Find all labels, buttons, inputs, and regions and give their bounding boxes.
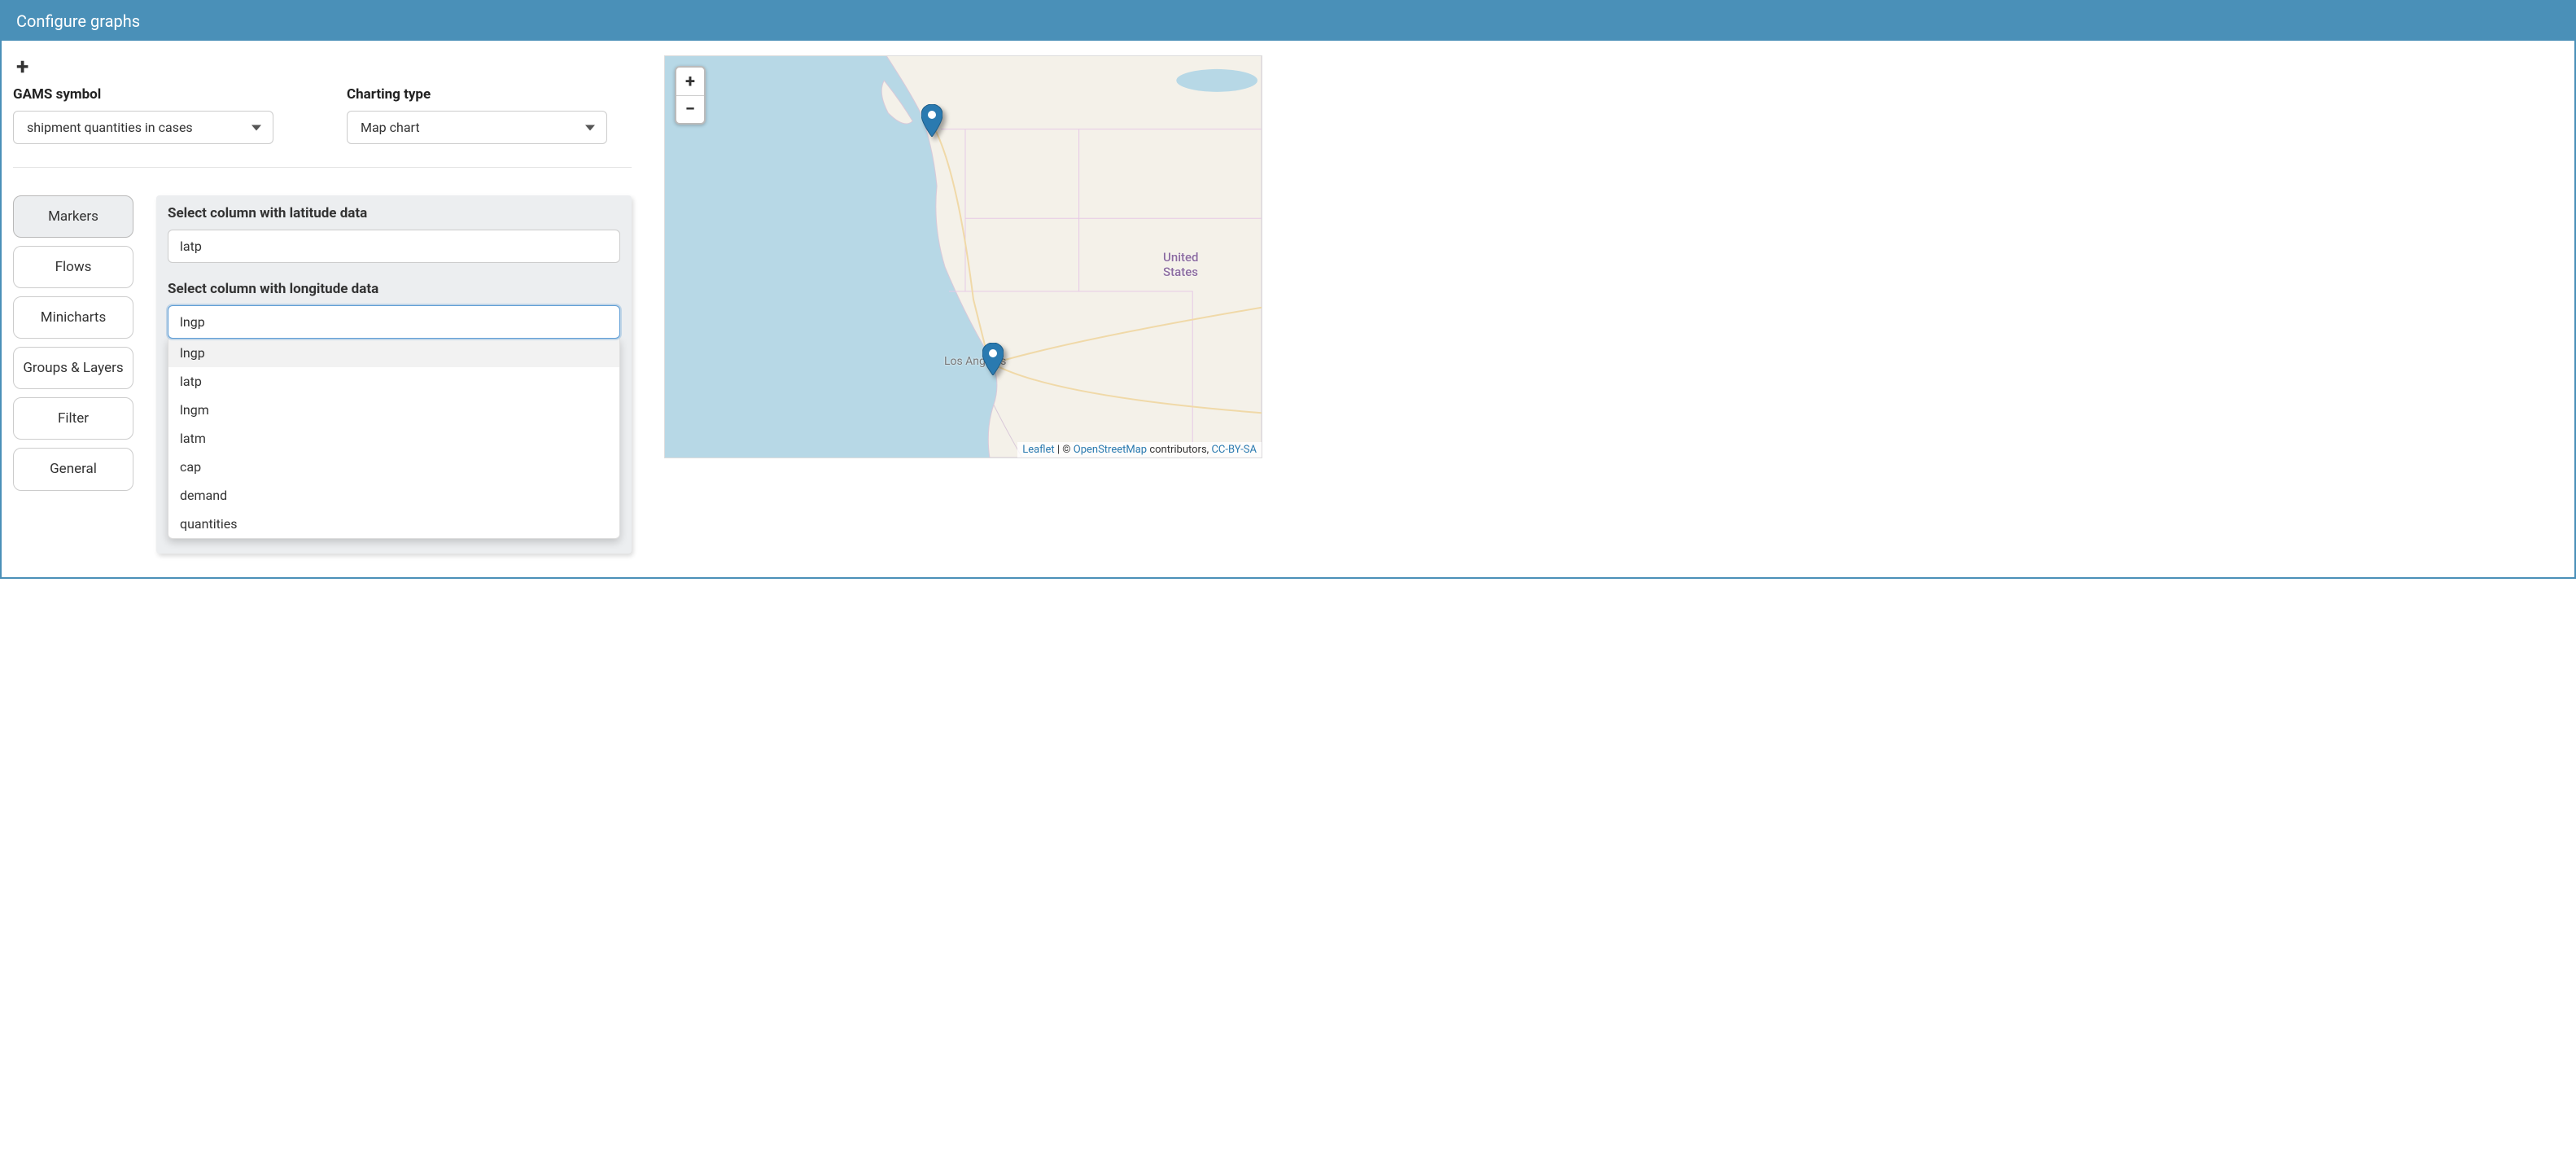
latitude-column-select[interactable]: latp	[168, 230, 620, 263]
charting-type-value: Map chart	[361, 120, 420, 135]
map-preview[interactable]: + − United States Los Angeles Leaflet | …	[664, 55, 1262, 458]
dropdown-option[interactable]: latm	[168, 424, 619, 453]
dropdown-option[interactable]: lngp	[168, 339, 619, 367]
map-marker-icon[interactable]	[982, 343, 1004, 375]
zoom-control: + −	[675, 66, 706, 125]
latitude-column-label: Select column with latitude data	[168, 205, 620, 221]
charting-type-select[interactable]: Map chart	[347, 111, 607, 144]
dropdown-option[interactable]: cap	[168, 453, 619, 481]
panel-header: Configure graphs	[2, 2, 2574, 41]
tab-filter[interactable]: Filter	[13, 397, 133, 440]
chevron-down-icon	[585, 125, 595, 130]
attribution-cc-link[interactable]: CC-BY-SA	[1211, 444, 1257, 456]
dropdown-option[interactable]: quantities	[168, 510, 619, 538]
gams-symbol-label: GAMS symbol	[13, 86, 273, 103]
dropdown-option[interactable]: latp	[168, 367, 619, 396]
latitude-column-value: latp	[180, 239, 202, 254]
markers-panel: Select column with latitude data latp Se…	[156, 195, 632, 554]
longitude-column-select[interactable]: lngp	[168, 305, 620, 339]
charting-type-label: Charting type	[347, 86, 607, 103]
longitude-column-label: Select column with longitude data	[168, 281, 620, 297]
map-label-country: United States	[1163, 250, 1229, 279]
add-graph-button[interactable]: +	[13, 55, 632, 86]
zoom-in-button[interactable]: +	[676, 68, 704, 95]
attribution-leaflet-link[interactable]: Leaflet	[1022, 444, 1055, 456]
attribution-contrib: contributors,	[1147, 444, 1211, 456]
longitude-column-dropdown: lngp latp lngm latm cap demand quantitie…	[168, 339, 620, 539]
tab-flows[interactable]: Flows	[13, 246, 133, 288]
gams-symbol-select[interactable]: shipment quantities in cases	[13, 111, 273, 144]
divider	[13, 167, 632, 168]
dropdown-option[interactable]: demand	[168, 481, 619, 510]
dropdown-option[interactable]: lngm	[168, 396, 619, 424]
attribution-osm-link[interactable]: OpenStreetMap	[1074, 444, 1147, 456]
panel-title: Configure graphs	[16, 11, 140, 31]
tab-markers[interactable]: Markers	[13, 195, 133, 238]
gams-symbol-value: shipment quantities in cases	[27, 120, 193, 135]
tab-minicharts[interactable]: Minicharts	[13, 296, 133, 339]
tab-general[interactable]: General	[13, 448, 133, 490]
zoom-out-button[interactable]: −	[676, 95, 704, 123]
map-marker-icon[interactable]	[921, 104, 942, 137]
attribution-sep: | ©	[1055, 444, 1074, 456]
tabs-column: Markers Flows Minicharts Groups & Layers…	[13, 195, 133, 554]
longitude-column-value: lngp	[180, 314, 205, 330]
map-attribution: Leaflet | © OpenStreetMap contributors, …	[1017, 442, 1262, 458]
tab-groups-layers[interactable]: Groups & Layers	[13, 347, 133, 389]
chevron-down-icon	[251, 125, 261, 130]
